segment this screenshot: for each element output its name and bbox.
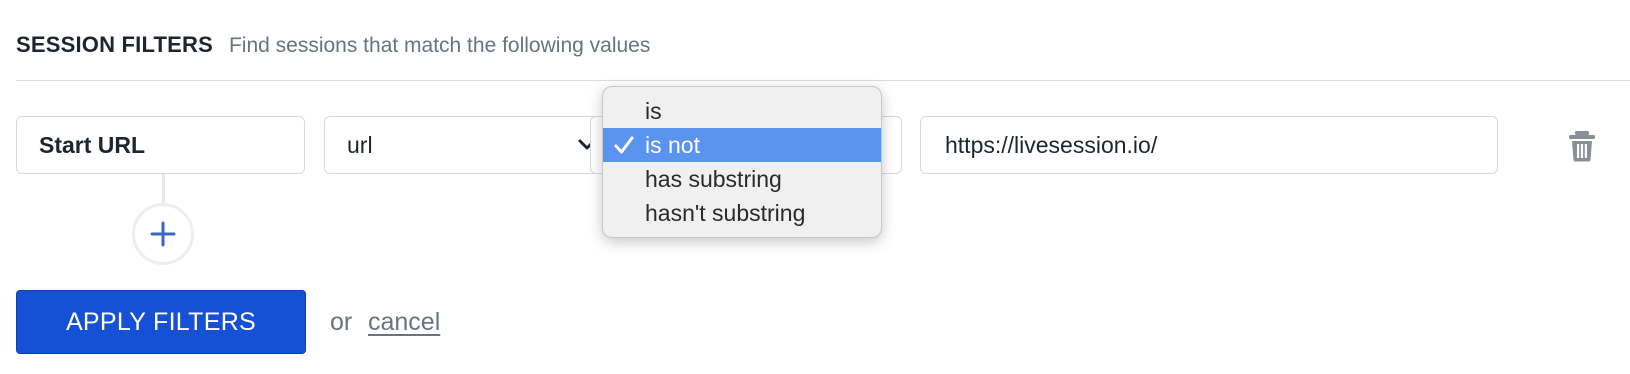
add-filter-button[interactable] bbox=[132, 203, 194, 265]
option-label: hasn't substring bbox=[645, 199, 806, 226]
section-subtitle: Find sessions that match the following v… bbox=[228, 34, 651, 57]
option-label: is not bbox=[645, 131, 700, 158]
cancel-link[interactable]: cancel bbox=[368, 308, 440, 337]
session-filters-panel: SESSION FILTERS Find sessions that match… bbox=[0, 0, 1630, 374]
filter-connector-line bbox=[162, 174, 165, 204]
checkmark-icon bbox=[614, 136, 634, 154]
header-divider bbox=[16, 80, 1630, 81]
trash-icon[interactable] bbox=[1567, 130, 1597, 162]
filter-type-field[interactable]: Start URL bbox=[16, 116, 305, 174]
property-select[interactable]: url bbox=[324, 116, 618, 174]
value-input[interactable] bbox=[943, 130, 1497, 160]
section-title: SESSION FILTERS bbox=[16, 32, 213, 57]
or-label: or bbox=[330, 308, 353, 336]
operator-option-has-substring[interactable]: has substring bbox=[603, 162, 881, 196]
header: SESSION FILTERS Find sessions that match… bbox=[16, 32, 650, 64]
operator-option-is-not[interactable]: is not bbox=[603, 128, 881, 162]
value-field[interactable] bbox=[920, 116, 1498, 174]
operator-option-is[interactable]: is bbox=[603, 94, 881, 128]
operator-option-hasnt-substring[interactable]: hasn't substring bbox=[603, 196, 881, 230]
property-select-value: url bbox=[347, 131, 373, 158]
apply-filters-button[interactable]: APPLY FILTERS bbox=[16, 290, 306, 354]
filter-type-label: Start URL bbox=[39, 131, 146, 158]
option-label: is bbox=[645, 97, 662, 124]
plus-icon bbox=[150, 221, 176, 247]
operator-dropdown-menu: is is not has substring hasn't substring bbox=[602, 86, 882, 238]
option-label: has substring bbox=[645, 165, 782, 192]
